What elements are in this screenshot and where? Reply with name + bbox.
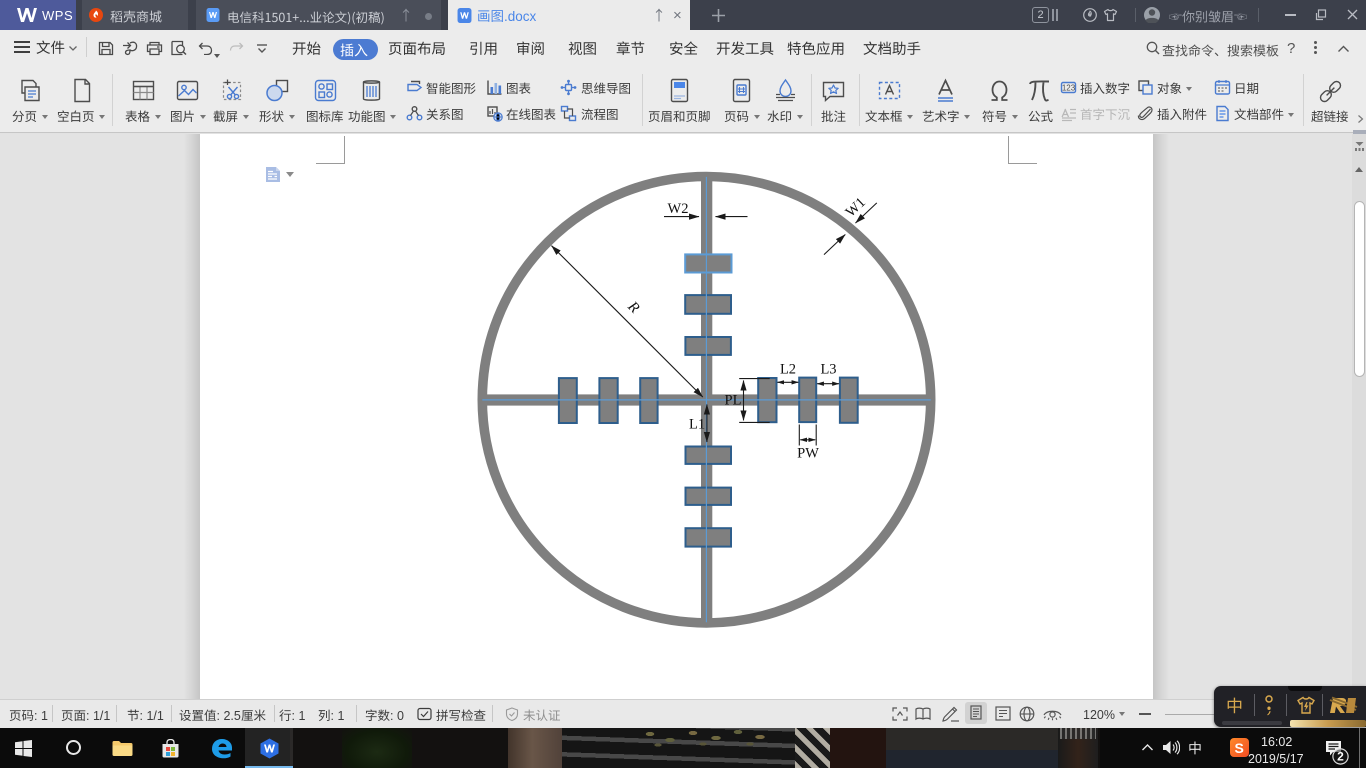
svg-text:PL: PL <box>725 393 742 409</box>
svg-text:2: 2 <box>1337 750 1344 764</box>
svg-text:L2: L2 <box>780 362 796 378</box>
svg-text:W2: W2 <box>668 201 689 217</box>
svg-text:L1: L1 <box>689 417 705 433</box>
svg-text:W1: W1 <box>843 195 869 221</box>
svg-text:R: R <box>624 298 643 317</box>
svg-text:L3: L3 <box>820 362 836 378</box>
svg-text:123: 123 <box>1062 84 1076 93</box>
svg-text:PW: PW <box>797 446 819 462</box>
